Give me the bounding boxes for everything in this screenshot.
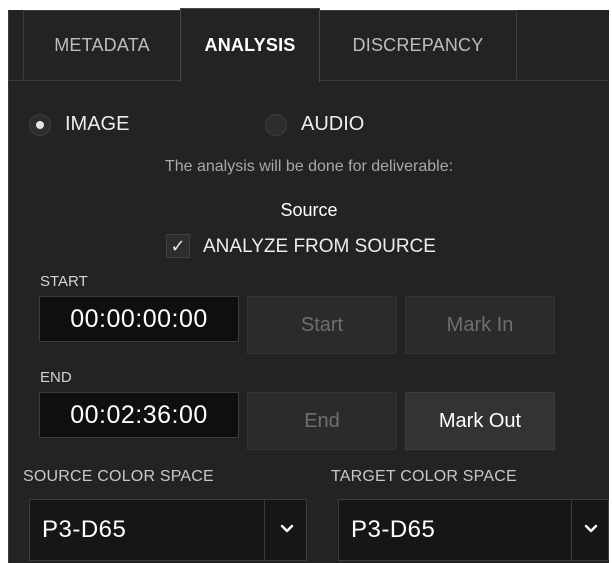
audio-radio-label[interactable]: AUDIO bbox=[301, 113, 364, 136]
target-color-space-label: TARGET COLOR SPACE bbox=[331, 468, 517, 485]
analyze-from-source-checkbox[interactable]: ✓ bbox=[166, 234, 190, 258]
tab-discrepancy[interactable]: DISCREPANCY bbox=[319, 10, 517, 79]
select-divider bbox=[571, 500, 572, 560]
audio-radio[interactable] bbox=[265, 114, 287, 136]
chevron-down-icon[interactable] bbox=[278, 520, 296, 538]
start-button[interactable]: Start bbox=[247, 296, 397, 354]
analysis-panel: METADATA ANALYSIS DISCREPANCY IMAGE AUDI… bbox=[8, 8, 609, 563]
source-color-space-label: SOURCE COLOR SPACE bbox=[23, 468, 214, 485]
deliverable-info-text: The analysis will be done for deliverabl… bbox=[164, 158, 454, 175]
analyze-from-source-label[interactable]: ANALYZE FROM SOURCE bbox=[203, 236, 436, 258]
image-radio[interactable] bbox=[29, 114, 51, 136]
source-color-space-select[interactable]: P3-D65 bbox=[29, 499, 307, 561]
tab-metadata[interactable]: METADATA bbox=[23, 10, 181, 79]
end-timecode-field[interactable]: 00:02:36:00 bbox=[39, 392, 239, 438]
tab-bar: METADATA ANALYSIS DISCREPANCY bbox=[9, 8, 609, 82]
analysis-type-group: IMAGE AUDIO bbox=[9, 111, 609, 141]
end-label: END bbox=[40, 369, 72, 386]
deliverable-name: Source bbox=[280, 200, 338, 220]
tab-analysis[interactable]: ANALYSIS bbox=[180, 8, 320, 82]
start-label: START bbox=[40, 273, 88, 290]
target-color-space-select[interactable]: P3-D65 bbox=[338, 499, 609, 561]
select-divider bbox=[264, 500, 265, 560]
chevron-down-icon[interactable] bbox=[582, 520, 600, 538]
start-timecode-field[interactable]: 00:00:00:00 bbox=[39, 296, 239, 342]
end-button[interactable]: End bbox=[247, 392, 397, 450]
mark-in-button[interactable]: Mark In bbox=[405, 296, 555, 354]
source-color-space-value: P3-D65 bbox=[42, 516, 127, 543]
mark-out-button[interactable]: Mark Out bbox=[405, 392, 555, 450]
image-radio-label[interactable]: IMAGE bbox=[65, 113, 129, 136]
target-color-space-value: P3-D65 bbox=[351, 516, 436, 543]
analyze-from-source-row: ✓ ANALYZE FROM SOURCE bbox=[9, 232, 609, 262]
